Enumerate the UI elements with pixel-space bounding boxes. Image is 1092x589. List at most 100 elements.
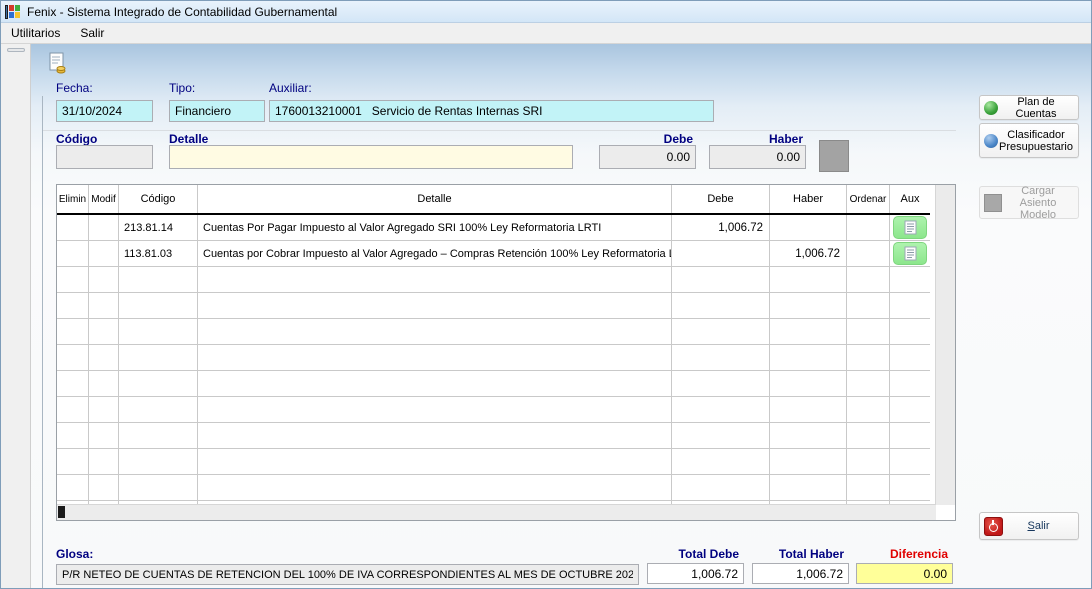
empty-cell <box>890 345 930 370</box>
empty-cell <box>770 449 847 474</box>
empty-cell <box>119 319 198 344</box>
window-title: Fenix - Sistema Integrado de Contabilida… <box>27 5 337 19</box>
fecha-input[interactable] <box>56 100 153 122</box>
table-row[interactable] <box>57 267 930 293</box>
aux-button[interactable] <box>893 242 927 265</box>
blue-sphere-icon <box>984 134 998 148</box>
table-row[interactable] <box>57 397 930 423</box>
empty-cell <box>57 423 89 448</box>
empty-cell <box>89 293 119 318</box>
table-row[interactable]: 213.81.14Cuentas Por Pagar Impuesto al V… <box>57 215 930 241</box>
green-sphere-icon <box>984 101 998 115</box>
empty-cell <box>890 319 930 344</box>
table-row[interactable] <box>57 293 930 319</box>
empty-cell <box>847 423 890 448</box>
header-detalle[interactable]: Detalle <box>198 185 672 213</box>
cargar-asiento-label: Cargar Asiento Modelo <box>1002 185 1074 221</box>
empty-cell <box>198 449 672 474</box>
auxiliar-input[interactable] <box>269 100 714 122</box>
empty-cell <box>847 397 890 422</box>
table-cell <box>890 241 930 266</box>
header-modif[interactable]: Modif <box>89 185 119 213</box>
empty-cell <box>57 293 89 318</box>
empty-cell <box>770 345 847 370</box>
empty-cell <box>890 397 930 422</box>
header-elimin[interactable]: Elimin <box>57 185 89 213</box>
clasificador-presupuestario-button[interactable]: Clasificador Presupuestario <box>979 123 1079 158</box>
empty-cell <box>890 293 930 318</box>
empty-cell <box>770 293 847 318</box>
debe-entry-input[interactable] <box>599 145 696 169</box>
empty-cell <box>198 345 672 370</box>
empty-cell <box>847 319 890 344</box>
grid-vertical-scrollbar[interactable] <box>935 185 955 505</box>
left-collapsed-panel[interactable] <box>1 44 31 589</box>
diferencia-label: Diferencia <box>856 547 948 561</box>
tipo-label: Tipo: <box>169 81 195 95</box>
empty-cell <box>89 397 119 422</box>
gray-square-icon <box>984 194 1002 212</box>
table-cell <box>890 215 930 240</box>
table-row[interactable] <box>57 319 930 345</box>
detalle-entry-input[interactable] <box>169 145 573 169</box>
table-cell <box>770 215 847 240</box>
grid-horizontal-scrollbar[interactable] <box>57 504 936 520</box>
empty-cell <box>672 345 770 370</box>
total-debe-field <box>647 563 744 584</box>
total-haber-field <box>752 563 849 584</box>
table-row[interactable] <box>57 345 930 371</box>
empty-cell <box>119 267 198 292</box>
aux-button[interactable] <box>893 216 927 239</box>
tipo-input[interactable] <box>169 100 265 122</box>
table-row[interactable]: 113.81.03Cuentas por Cobrar Impuesto al … <box>57 241 930 267</box>
empty-cell <box>198 397 672 422</box>
codigo-label: Código <box>56 132 97 146</box>
empty-cell <box>672 475 770 500</box>
app-window: Fenix - Sistema Integrado de Contabilida… <box>0 0 1092 589</box>
detalle-label: Detalle <box>169 132 208 146</box>
table-cell: 1,006.72 <box>770 241 847 266</box>
haber-entry-input[interactable] <box>709 145 806 169</box>
empty-cell <box>890 449 930 474</box>
header-debe[interactable]: Debe <box>672 185 770 213</box>
table-row[interactable] <box>57 423 930 449</box>
cargar-asiento-modelo-button[interactable]: Cargar Asiento Modelo <box>979 186 1079 219</box>
empty-cell <box>770 371 847 396</box>
empty-cell <box>672 423 770 448</box>
empty-cell <box>57 345 89 370</box>
table-row[interactable] <box>57 371 930 397</box>
new-entry-icon[interactable] <box>46 51 70 75</box>
codigo-entry-input[interactable] <box>56 145 153 169</box>
empty-cell <box>119 423 198 448</box>
hscroll-thumb[interactable] <box>58 506 65 518</box>
table-row[interactable] <box>57 449 930 475</box>
table-row[interactable] <box>57 475 930 501</box>
empty-cell <box>119 397 198 422</box>
grid-header-row: Elimin Modif Código Detalle Debe Haber O… <box>57 185 930 215</box>
header-haber[interactable]: Haber <box>770 185 847 213</box>
empty-cell <box>770 319 847 344</box>
add-line-button[interactable] <box>819 140 849 172</box>
plan-de-cuentas-button[interactable]: Plan de Cuentas <box>979 95 1079 120</box>
menu-utilitarios[interactable]: Utilitarios <box>1 24 70 42</box>
glosa-input[interactable] <box>56 564 639 585</box>
header-codigo[interactable]: Código <box>119 185 198 213</box>
panel-grip-handle[interactable] <box>7 48 25 52</box>
empty-cell <box>198 293 672 318</box>
table-cell: 1,006.72 <box>672 215 770 240</box>
glosa-label: Glosa: <box>56 547 93 561</box>
table-cell <box>89 241 119 266</box>
fecha-label: Fecha: <box>56 81 93 95</box>
auxiliar-label: Auxiliar: <box>269 81 312 95</box>
haber-label: Haber <box>731 132 803 146</box>
empty-cell <box>770 475 847 500</box>
header-aux[interactable]: Aux <box>890 185 930 213</box>
empty-cell <box>770 397 847 422</box>
menu-salir[interactable]: Salir <box>70 24 114 42</box>
empty-cell <box>89 267 119 292</box>
header-ordenar[interactable]: Ordenar <box>847 185 890 213</box>
salir-button[interactable]: Salir <box>979 512 1079 540</box>
empty-cell <box>89 319 119 344</box>
power-icon <box>984 517 1003 536</box>
table-cell <box>847 215 890 240</box>
